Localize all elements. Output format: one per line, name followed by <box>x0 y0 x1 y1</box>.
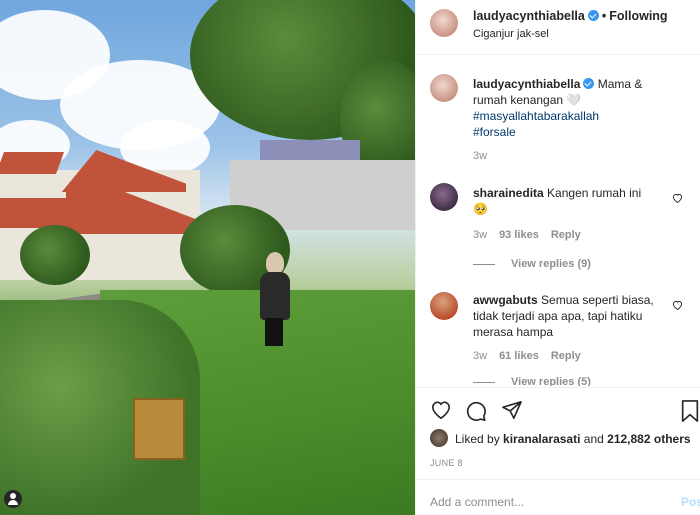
avatar[interactable] <box>430 292 458 320</box>
comment-bubble-icon[interactable] <box>465 400 487 422</box>
post-date[interactable]: JUNE 8 <box>430 458 463 468</box>
post-header: laudyacynthiabella • Following Ciganjur ja… <box>416 0 700 55</box>
comment-time[interactable]: 3w <box>473 350 487 362</box>
caption-time[interactable]: 3w <box>473 150 487 162</box>
following-button[interactable]: Following <box>609 9 667 23</box>
comments-list[interactable]: laudyacynthiabella Mama & rumah kenangan… <box>416 56 700 386</box>
avatar[interactable] <box>430 74 458 102</box>
post-sidebar: laudyacynthiabella • Following Ciganjur ja… <box>415 0 700 515</box>
action-bar <box>416 387 700 433</box>
comment-likes[interactable]: 61 likes <box>499 350 539 362</box>
avatar[interactable] <box>430 9 458 37</box>
person-tag-icon[interactable] <box>4 490 22 508</box>
reply-button[interactable]: Reply <box>551 350 581 362</box>
woman-figure <box>258 252 292 346</box>
comment-input[interactable]: Add a comment... <box>430 495 524 509</box>
like-heart-icon[interactable] <box>672 300 683 310</box>
garden-lamp <box>133 398 185 460</box>
view-replies-button[interactable]: View replies (5) <box>473 376 591 386</box>
post-button[interactable]: Post <box>681 495 700 509</box>
comment-text: sharainedita Kangen rumah ini 🥺 <box>473 185 678 217</box>
separator-dot: • <box>601 9 607 23</box>
header-username-row: laudyacynthiabella • Following <box>473 9 668 23</box>
caption-text: laudyacynthiabella Mama & rumah kenangan… <box>473 76 678 140</box>
avatar[interactable] <box>430 429 448 447</box>
hashtag-link[interactable]: #masyallahtabarakallah <box>473 109 599 123</box>
avatar[interactable] <box>430 183 458 211</box>
share-paper-plane-icon[interactable] <box>501 400 523 420</box>
comment-body: Kangen rumah ini <box>547 186 642 200</box>
comment-username[interactable]: awwgabuts <box>473 293 538 307</box>
garden-tree <box>20 225 90 285</box>
verified-badge-icon <box>587 10 599 21</box>
like-heart-icon[interactable] <box>672 193 683 203</box>
location-link[interactable]: Ciganjur jak-sel <box>473 28 549 40</box>
comment-emoji: 🥺 <box>473 202 488 216</box>
liker-username[interactable]: kiranalarasati <box>503 432 580 446</box>
like-heart-icon[interactable] <box>430 400 452 420</box>
likes-others[interactable]: 212,882 others <box>607 432 690 446</box>
comment-likes[interactable]: 93 likes <box>499 229 539 241</box>
likes-summary: Liked by kiranalarasati and 212,882 othe… <box>430 429 700 451</box>
save-bookmark-icon[interactable] <box>680 400 700 422</box>
likes-prefix: Liked by <box>455 432 500 446</box>
hashtag-link[interactable]: #forsale <box>473 125 516 139</box>
reply-button[interactable]: Reply <box>551 229 581 241</box>
comment-username[interactable]: sharainedita <box>473 186 544 200</box>
caption-username[interactable]: laudyacynthiabella <box>473 77 580 91</box>
house-roof <box>0 152 65 174</box>
view-replies-button[interactable]: View replies (9) <box>473 258 591 270</box>
comment-meta: 3w 93 likes Reply <box>473 229 593 241</box>
caption-meta: 3w <box>473 150 499 162</box>
likes-text: Liked by kiranalarasati and 212,882 othe… <box>455 432 691 446</box>
comment-text: awwgabuts Semua seperti biasa, tidak ter… <box>473 292 678 340</box>
post-photo[interactable] <box>0 0 415 515</box>
comment-meta: 3w 61 likes Reply <box>473 350 593 362</box>
add-comment-bar: Add a comment... Post <box>416 479 700 515</box>
verified-badge-icon <box>583 78 595 89</box>
likes-joiner: and <box>583 432 604 446</box>
header-username[interactable]: laudyacynthiabella <box>473 9 585 23</box>
comment-time[interactable]: 3w <box>473 229 487 241</box>
